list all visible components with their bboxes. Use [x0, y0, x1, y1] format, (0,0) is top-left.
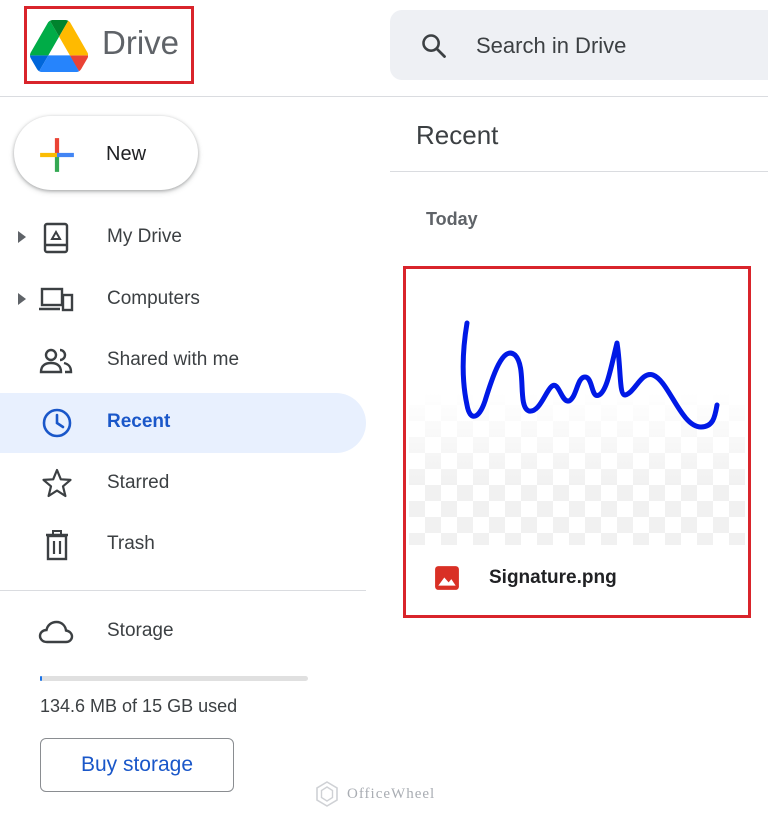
- sidebar-item-label: Shared with me: [107, 349, 240, 370]
- sidebar-item-storage[interactable]: Storage: [0, 602, 366, 662]
- file-thumbnail: [409, 277, 745, 545]
- cloud-icon: [38, 620, 74, 644]
- sidebar-item-recent[interactable]: Recent: [0, 393, 366, 453]
- sidebar-item-computers[interactable]: Computers: [0, 270, 366, 330]
- sidebar-item-label: Recent: [107, 411, 171, 432]
- storage-progress-fill: [40, 676, 42, 681]
- sidebar-item-label: Trash: [107, 533, 155, 554]
- image-file-icon: [435, 566, 459, 590]
- people-icon: [39, 348, 73, 374]
- main-divider: [390, 171, 768, 172]
- sidebar-item-label: Computers: [107, 288, 200, 309]
- clock-icon: [42, 408, 72, 438]
- buy-storage-label: Buy storage: [80, 753, 194, 776]
- officewheel-logo-icon: [316, 781, 338, 807]
- header-divider: [0, 96, 768, 97]
- page-title: Recent: [416, 120, 499, 150]
- plus-icon: [40, 138, 74, 172]
- sidebar-item-label: My Drive: [107, 226, 182, 247]
- sidebar-item-label: Storage: [107, 620, 174, 641]
- search-input[interactable]: [476, 28, 756, 64]
- sidebar-item-starred[interactable]: Starred: [0, 454, 366, 514]
- sidebar-item-shared-with-me[interactable]: Shared with me: [0, 331, 366, 391]
- expand-arrow-icon[interactable]: [18, 293, 26, 305]
- storage-used-text: 134.6 MB of 15 GB used: [40, 696, 238, 716]
- new-button-label: New: [106, 143, 147, 165]
- sidebar-item-my-drive[interactable]: My Drive: [0, 208, 366, 268]
- sidebar-item-label: Starred: [107, 472, 170, 493]
- watermark-text: OfficeWheel: [347, 786, 436, 802]
- sidebar-item-trash[interactable]: Trash: [0, 515, 366, 575]
- buy-storage-button[interactable]: Buy storage: [40, 738, 234, 792]
- star-icon: [42, 468, 72, 498]
- google-drive-logo-icon[interactable]: [30, 20, 88, 72]
- expand-arrow-icon[interactable]: [18, 231, 26, 243]
- sidebar-divider: [0, 590, 366, 591]
- search-icon[interactable]: [420, 32, 448, 60]
- computers-icon: [39, 287, 74, 312]
- trash-icon: [46, 530, 68, 561]
- file-name: Signature.png: [489, 567, 617, 588]
- section-header-today: Today: [426, 209, 478, 229]
- storage-progress-bar: [40, 676, 308, 681]
- app-title[interactable]: Drive: [102, 24, 179, 62]
- my-drive-icon: [43, 222, 69, 254]
